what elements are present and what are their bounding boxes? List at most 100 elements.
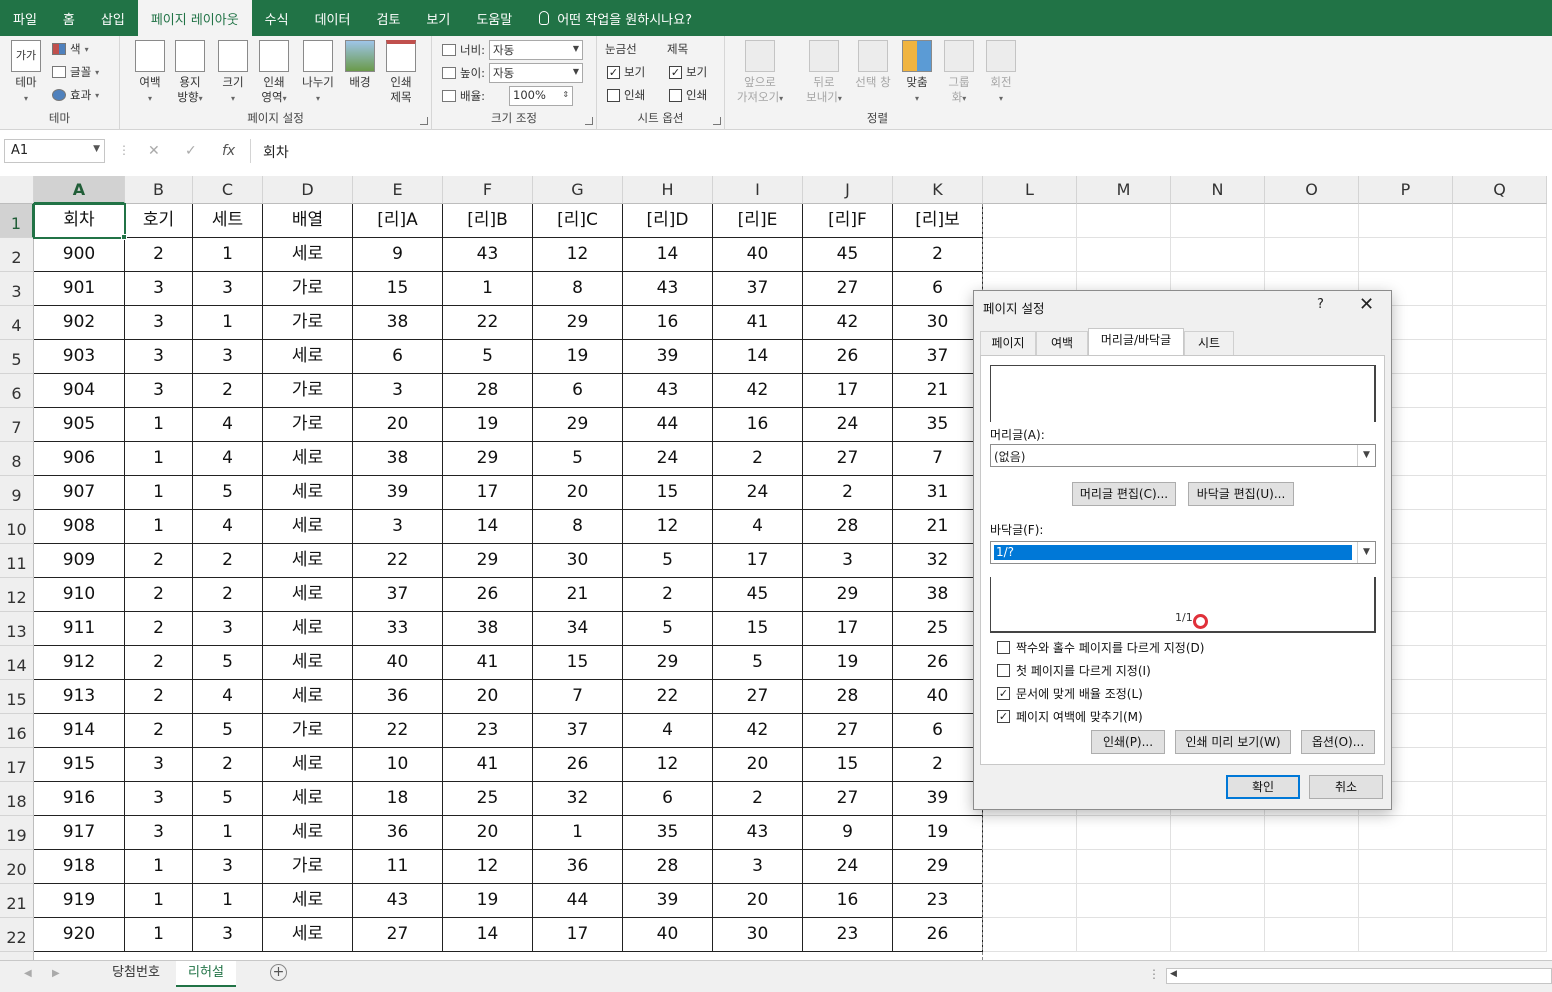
scale-spinner[interactable]: 100% ⇕ [509, 86, 574, 106]
table-cell[interactable]: 8 [533, 510, 623, 544]
theme-fonts-button[interactable]: 글꼴 ▾ [52, 64, 99, 80]
table-cell[interactable]: 38 [893, 578, 983, 612]
table-cell[interactable]: 2 [893, 238, 983, 272]
header-cell[interactable]: [리]B [443, 204, 533, 238]
print-preview-button[interactable]: 인쇄 미리 보기(W) [1175, 730, 1291, 754]
table-cell[interactable]: 6 [353, 340, 443, 374]
table-cell[interactable]: 35 [893, 408, 983, 442]
table-cell[interactable] [1077, 884, 1171, 918]
table-cell[interactable]: 913 [34, 680, 125, 714]
table-cell[interactable]: 21 [893, 510, 983, 544]
table-cell[interactable]: 1 [533, 816, 623, 850]
table-cell[interactable]: 2 [193, 374, 263, 408]
table-cell[interactable]: 세로 [263, 544, 353, 578]
table-cell[interactable]: 30 [713, 918, 803, 952]
table-cell[interactable]: 세로 [263, 476, 353, 510]
send-backward-button[interactable]: 뒤로 보내기▾ [799, 40, 849, 106]
dialog-tab-3[interactable]: 시트 [1184, 331, 1234, 355]
column-header-c[interactable]: C [193, 176, 263, 204]
column-header-g[interactable]: G [533, 176, 623, 204]
table-cell[interactable]: 25 [443, 782, 533, 816]
table-cell[interactable]: 1 [193, 816, 263, 850]
table-cell[interactable]: 3 [353, 374, 443, 408]
table-cell[interactable]: 20 [713, 884, 803, 918]
table-cell[interactable] [1453, 714, 1547, 748]
table-cell[interactable]: 3 [193, 272, 263, 306]
background-button[interactable]: 배경 [344, 40, 376, 90]
table-cell[interactable]: 909 [34, 544, 125, 578]
column-header-a[interactable]: A [34, 176, 125, 204]
table-cell[interactable] [983, 850, 1077, 884]
table-cell[interactable]: 39 [623, 340, 713, 374]
table-cell[interactable]: 2 [713, 442, 803, 476]
table-cell[interactable]: 916 [34, 782, 125, 816]
table-cell[interactable]: 911 [34, 612, 125, 646]
header-cell[interactable]: 세트 [193, 204, 263, 238]
column-header-h[interactable]: H [623, 176, 713, 204]
table-cell[interactable]: 36 [353, 680, 443, 714]
table-cell[interactable]: 세로 [263, 646, 353, 680]
table-cell[interactable]: 22 [443, 306, 533, 340]
column-header-q[interactable]: Q [1453, 176, 1547, 204]
table-cell[interactable]: 43 [713, 816, 803, 850]
table-cell[interactable]: 41 [443, 646, 533, 680]
table-cell[interactable]: 23 [893, 884, 983, 918]
formula-input[interactable]: 회차 [250, 139, 1550, 163]
table-cell[interactable]: 22 [623, 680, 713, 714]
rotate-button[interactable]: 회전 ▾ [985, 40, 1017, 106]
row-header-18[interactable]: 18 [0, 782, 34, 816]
table-cell[interactable]: 18 [353, 782, 443, 816]
table-cell[interactable] [1171, 816, 1265, 850]
cancel-icon[interactable]: ✕ [148, 143, 160, 159]
table-cell[interactable]: 6 [533, 374, 623, 408]
table-cell[interactable]: 21 [533, 578, 623, 612]
table-cell[interactable]: 4 [193, 442, 263, 476]
option-checkbox-3[interactable]: ✓ 페이지 여백에 맞추기(M) [997, 708, 1143, 725]
table-cell[interactable]: 12 [623, 510, 713, 544]
table-cell[interactable]: 1 [125, 408, 193, 442]
table-cell[interactable]: 23 [443, 714, 533, 748]
table-cell[interactable]: 1 [193, 306, 263, 340]
orientation-button[interactable]: 용지 방향▾ [172, 40, 208, 106]
table-cell[interactable]: 세로 [263, 510, 353, 544]
table-cell[interactable]: 27 [803, 714, 893, 748]
table-cell[interactable]: 16 [803, 884, 893, 918]
width-combo[interactable]: 자동 ▼ [489, 40, 584, 60]
table-cell[interactable]: 7 [533, 680, 623, 714]
header-cell[interactable]: 호기 [125, 204, 193, 238]
row-header-11[interactable]: 11 [0, 544, 34, 578]
table-cell[interactable]: 15 [533, 646, 623, 680]
table-cell[interactable]: 1 [193, 884, 263, 918]
table-cell[interactable]: 가로 [263, 408, 353, 442]
table-cell[interactable]: 29 [533, 306, 623, 340]
table-cell[interactable]: 세로 [263, 612, 353, 646]
table-cell[interactable]: 19 [443, 884, 533, 918]
themes-button[interactable]: 가가 테마 ▾ [8, 40, 44, 106]
headings-view-checkbox[interactable]: ✓ 보기 [669, 64, 707, 80]
ribbon-tab-7[interactable]: 보기 [413, 0, 463, 36]
table-cell[interactable]: 10 [353, 748, 443, 782]
table-cell[interactable]: 2 [893, 748, 983, 782]
row-header-10[interactable]: 10 [0, 510, 34, 544]
table-cell[interactable] [1359, 816, 1453, 850]
table-cell[interactable]: 31 [893, 476, 983, 510]
insert-function-icon[interactable]: fx [222, 143, 235, 159]
table-cell[interactable] [1453, 476, 1547, 510]
scroll-left-icon[interactable]: ◀ [24, 968, 32, 979]
table-cell[interactable]: 32 [533, 782, 623, 816]
help-button[interactable]: ? [1317, 297, 1324, 312]
table-cell[interactable]: 가로 [263, 714, 353, 748]
table-cell[interactable]: 가로 [263, 306, 353, 340]
table-cell[interactable]: 30 [533, 544, 623, 578]
table-cell[interactable]: 38 [353, 442, 443, 476]
table-cell[interactable]: 37 [713, 272, 803, 306]
row-header-13[interactable]: 13 [0, 612, 34, 646]
table-cell[interactable]: 35 [623, 816, 713, 850]
ribbon-tab-2[interactable]: 삽입 [88, 0, 138, 36]
table-cell[interactable]: 1 [125, 850, 193, 884]
table-cell[interactable]: 5 [623, 612, 713, 646]
table-cell[interactable]: 37 [353, 578, 443, 612]
header-cell[interactable]: 배열 [263, 204, 353, 238]
table-cell[interactable]: 1 [193, 238, 263, 272]
table-cell[interactable]: 5 [443, 340, 533, 374]
